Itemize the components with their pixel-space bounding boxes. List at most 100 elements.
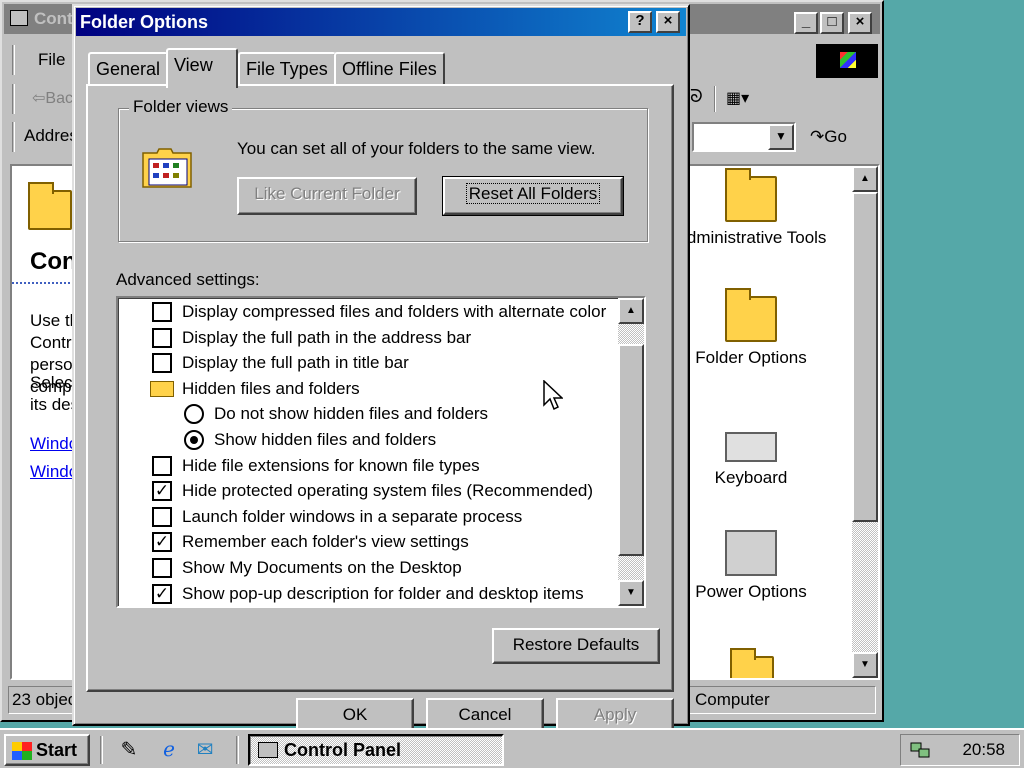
- outlook-express-icon[interactable]: ✉: [192, 738, 218, 762]
- admin-tools-icon: [725, 168, 777, 222]
- setting-folder-icon: [150, 380, 174, 397]
- advanced-settings-tree[interactable]: Display compressed files and folders wit…: [116, 296, 646, 608]
- scroll-down-button[interactable]: ▼: [852, 652, 878, 678]
- setting-label: Do not show hidden files and folders: [214, 404, 489, 424]
- taskbar-separator: [100, 736, 103, 764]
- tab-view[interactable]: View: [166, 48, 238, 88]
- dialog-titlebar[interactable]: Folder Options ? ×: [76, 8, 686, 36]
- setting-label: Show pop-up description for folder and d…: [182, 583, 584, 603]
- reset-all-folders-button[interactable]: Reset All Folders: [442, 176, 624, 216]
- network-tray-icon[interactable]: [909, 739, 931, 761]
- toolbar-separator: [714, 86, 716, 112]
- setting-radio[interactable]: [184, 430, 204, 450]
- folder-views-description: You can set all of your folders to the s…: [237, 139, 596, 158]
- apply-label: Apply: [593, 705, 637, 724]
- setting-label: Display the full path in the address bar: [182, 327, 472, 347]
- start-label: Start: [36, 740, 78, 760]
- help-button[interactable]: ?: [628, 11, 652, 33]
- mouse-cursor-icon: [543, 380, 563, 411]
- views-icon[interactable]: ▦▾: [726, 88, 749, 108]
- menu-file[interactable]: File: [12, 42, 65, 78]
- keyboard-item[interactable]: Keyboard: [690, 416, 836, 488]
- folder-options-item[interactable]: Folder Options: [690, 288, 836, 368]
- view-tab-panel: Folder views You can set all of your fol…: [86, 84, 674, 692]
- tab-general[interactable]: General: [88, 52, 169, 86]
- setting-checkbox[interactable]: ✓: [152, 481, 172, 502]
- setting-checkbox[interactable]: [152, 353, 172, 374]
- restore-defaults-button[interactable]: Restore Defaults: [492, 628, 660, 664]
- tab-file-types[interactable]: File Types: [238, 52, 336, 86]
- icon-view-scrollbar[interactable]: ▲ ▼: [852, 166, 878, 678]
- control-panel-task-icon: [258, 742, 278, 758]
- ok-label: OK: [342, 705, 368, 724]
- power-options-item[interactable]: Power Options: [690, 530, 836, 602]
- taskbar-clock[interactable]: 20:58: [962, 735, 1005, 765]
- map-drive-icon[interactable]: ᘐ: [690, 86, 703, 107]
- cancel-button[interactable]: Cancel: [426, 698, 544, 732]
- show-desktop-icon[interactable]: ✎: [116, 738, 142, 762]
- folder-options-dialog: Folder Options ? × General View File Typ…: [72, 4, 690, 732]
- setting-checkbox[interactable]: [152, 558, 172, 578]
- setting-label: Display compressed files and folders wit…: [182, 302, 607, 321]
- address-grip: [12, 122, 15, 152]
- setting-label: Show hidden files and folders: [214, 430, 437, 449]
- setting-label: Show My Documents on the Desktop: [182, 558, 462, 577]
- setting-label: Remember each folder's view settings: [182, 532, 469, 552]
- reset-all-folders-label: Reset All Folders: [465, 183, 601, 204]
- toolbar-grip: [12, 84, 15, 114]
- control-panel-folder-icon: [28, 182, 72, 230]
- maximize-button[interactable]: □: [820, 12, 844, 34]
- minimize-button[interactable]: _: [794, 12, 818, 34]
- dialog-close-button[interactable]: ×: [656, 11, 680, 33]
- setting-label: Hide protected operating system files (R…: [182, 481, 594, 501]
- icon-view-panel: Administrative Tools Folder Options Keyb…: [688, 164, 880, 680]
- settings-scroll-down[interactable]: ▼: [618, 580, 644, 606]
- taskbar-task-label: Control Panel: [284, 740, 402, 760]
- internet-explorer-icon[interactable]: ℯ: [156, 738, 182, 762]
- setting-checkbox[interactable]: [152, 302, 172, 322]
- close-window-button[interactable]: ×: [848, 12, 872, 34]
- ok-button[interactable]: OK: [296, 698, 414, 732]
- folder-views-label: Folder views: [129, 97, 233, 117]
- keyboard-label: Keyboard: [714, 468, 788, 487]
- taskbar-control-panel-button[interactable]: Control Panel: [248, 734, 504, 766]
- setting-label: Hidden files and folders: [182, 378, 360, 398]
- control-panel-title-icon: [10, 10, 28, 26]
- setting-checkbox[interactable]: [152, 455, 172, 476]
- setting-label: Launch folder windows in a separate proc…: [182, 506, 523, 526]
- like-current-folder-label: Like Current Folder: [254, 184, 400, 203]
- folder-options-icon: [725, 288, 777, 342]
- taskbar: Start ✎ ℯ ✉ Control Panel 20:58: [0, 728, 1024, 768]
- keyboard-icon: [725, 432, 777, 462]
- advanced-settings-scrollbar[interactable]: ▲ ▼: [618, 298, 644, 606]
- setting-checkbox[interactable]: ✓: [152, 583, 172, 604]
- start-button[interactable]: Start: [4, 734, 90, 766]
- power-options-icon: [725, 530, 777, 576]
- setting-checkbox[interactable]: ✓: [152, 532, 172, 553]
- dialog-title: Folder Options: [80, 12, 208, 32]
- go-arrow-icon: ↷: [810, 127, 825, 146]
- setting-checkbox[interactable]: [152, 506, 172, 527]
- windows-logo: [816, 44, 878, 78]
- setting-checkbox[interactable]: [152, 327, 172, 348]
- folder-views-icon: [142, 148, 192, 188]
- scroll-thumb[interactable]: [852, 192, 878, 522]
- scroll-up-button[interactable]: ▲: [852, 166, 878, 192]
- next-item-icon[interactable]: [730, 648, 774, 678]
- admin-tools-label: Administrative Tools: [688, 228, 827, 247]
- tab-offline-files[interactable]: Offline Files: [334, 52, 445, 86]
- admin-tools-item[interactable]: Administrative Tools: [688, 168, 836, 248]
- setting-radio[interactable]: [184, 404, 204, 425]
- windows-flag-icon: [12, 742, 32, 760]
- status-zone: Computer: [688, 686, 876, 714]
- settings-scroll-up[interactable]: ▲: [618, 298, 644, 324]
- settings-scroll-thumb[interactable]: [618, 344, 644, 556]
- apply-button[interactable]: Apply: [556, 698, 674, 732]
- folder-views-group: Folder views You can set all of your fol…: [118, 97, 648, 242]
- address-dropdown-button[interactable]: ▼: [768, 124, 794, 150]
- cancel-label: Cancel: [458, 705, 512, 724]
- like-current-folder-button[interactable]: Like Current Folder: [237, 177, 417, 215]
- restore-defaults-label: Restore Defaults: [512, 635, 640, 654]
- taskbar-separator-2: [236, 736, 239, 764]
- go-button[interactable]: ↷Go: [810, 122, 847, 152]
